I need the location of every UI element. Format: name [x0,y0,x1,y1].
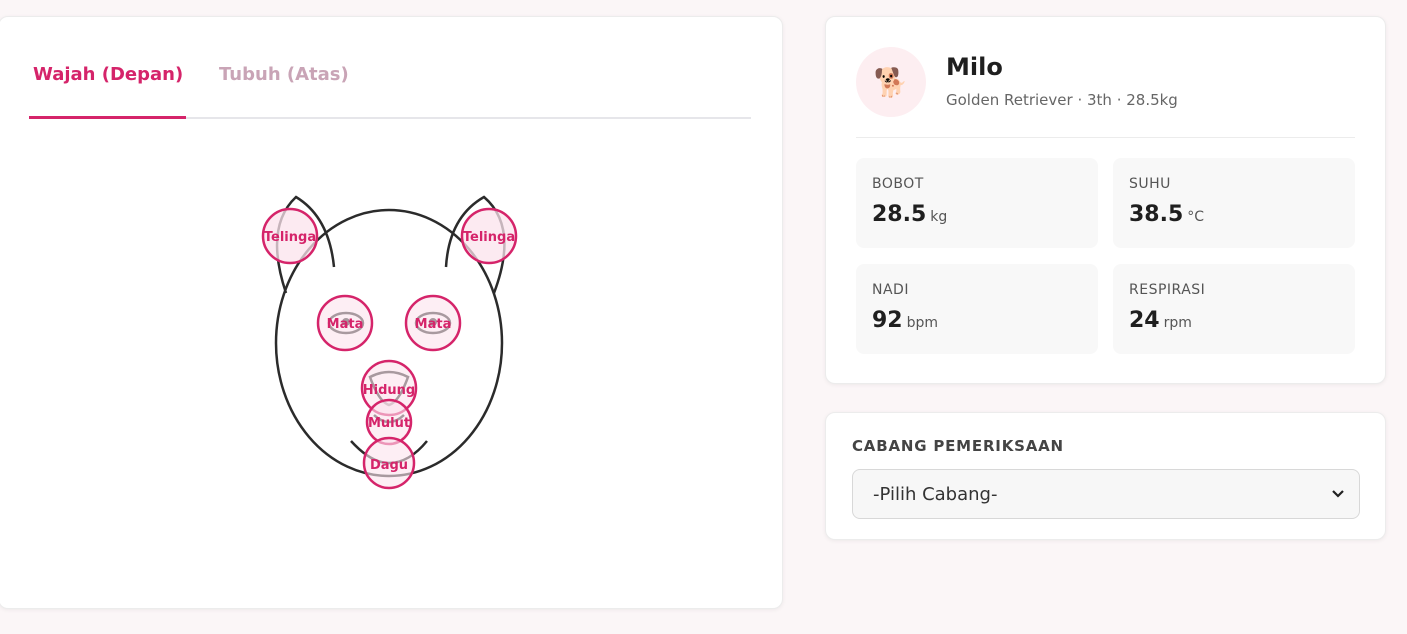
anatomy-diagram-card: Wajah (Depan) Tubuh (Atas) Telinga Telin… [0,16,783,609]
hotspot-label: Hidung [363,383,415,398]
chevron-down-icon [1331,484,1345,508]
hotspot-eye-right[interactable]: Mata [404,294,462,352]
vital-unit: °C [1187,209,1205,225]
pet-details: Golden Retriever · 3th · 28.5kg [946,91,1178,109]
vital-value-row: 38.5 °C [1129,202,1204,227]
vital-temperature: SUHU 38.5 °C [1113,158,1355,248]
dog-icon: 🐕 [856,47,926,117]
branch-label: CABANG PEMERIKSAAN [852,437,1064,455]
vital-weight: BOBOT 28.5 kg [856,158,1098,248]
vital-unit: bpm [906,315,939,331]
vital-value: 92 [872,308,903,333]
exam-branch-card: CABANG PEMERIKSAAN -Pilih Cabang- [825,412,1386,540]
hotspot-label: Mata [327,317,364,332]
vital-value: 28.5 [872,202,927,227]
hotspot-label: Mulut [368,416,410,431]
vital-value: 24 [1129,308,1160,333]
hotspot-ear-left[interactable]: Telinga [261,207,319,265]
vital-label: NADI [872,282,909,298]
branch-select[interactable]: -Pilih Cabang- [852,469,1360,519]
hotspot-eye-left[interactable]: Mata [316,294,374,352]
hotspot-label: Telinga [264,230,316,245]
hotspot-ear-right[interactable]: Telinga [460,207,518,265]
vital-value-row: 92 bpm [872,308,938,333]
vital-label: RESPIRASI [1129,282,1206,298]
divider [856,137,1355,138]
hotspot-chin[interactable]: Dagu [362,436,416,490]
vital-pulse: NADI 92 bpm [856,264,1098,354]
pet-name: Milo [946,53,1003,81]
hotspot-label: Mata [415,317,452,332]
hotspot-label: Dagu [370,458,408,473]
vital-value-row: 24 rpm [1129,308,1192,333]
vital-value: 38.5 [1129,202,1184,227]
vital-label: SUHU [1129,176,1171,192]
hotspot-label: Telinga [463,230,515,245]
branch-selected-value: -Pilih Cabang- [873,483,998,505]
vital-unit: rpm [1163,315,1192,331]
vital-label: BOBOT [872,176,924,192]
patient-summary-card: 🐕 Milo Golden Retriever · 3th · 28.5kg B… [825,16,1386,384]
vital-value-row: 28.5 kg [872,202,947,227]
vital-unit: kg [930,209,948,225]
dog-face-diagram: Telinga Telinga Mata Mata Hidung Mulut D… [261,195,518,490]
vital-respiration: RESPIRASI 24 rpm [1113,264,1355,354]
